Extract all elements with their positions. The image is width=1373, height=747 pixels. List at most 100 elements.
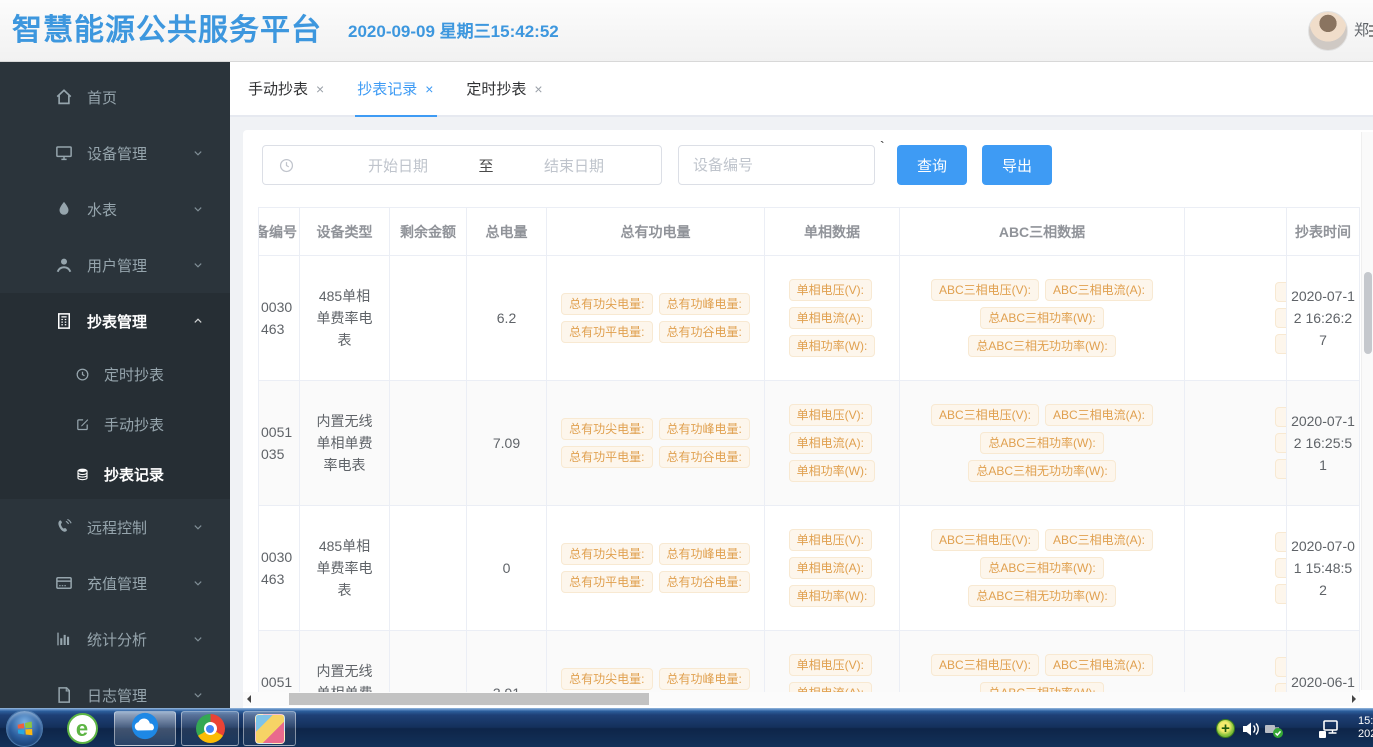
tag-stub [1275, 584, 1287, 604]
read-time-cell: 2020-06-11 17:10: [1287, 631, 1360, 693]
sidebar-item-scheduled-reading[interactable]: 定时抄表 [0, 349, 230, 399]
active-energy-cell: 总有功尖电量:总有功峰电量:总有功平电量:总有功谷电量: [547, 631, 765, 693]
tag-stub [1275, 532, 1287, 552]
start-date-placeholder: 开始日期 [338, 155, 458, 176]
sidebar-item-recharge-management[interactable]: 充值管理 [0, 555, 230, 611]
query-button[interactable]: 查询 [897, 145, 967, 185]
sidebar-item-label: 日志管理 [87, 685, 147, 706]
tab-label: 定时抄表 [466, 78, 526, 99]
water-drop-icon [55, 200, 73, 218]
sidebar-item-label: 远程控制 [87, 517, 147, 538]
total-energy-cell: 0 [467, 506, 547, 631]
taskbar: e + 15:42 2020-09-09 [0, 708, 1373, 747]
horizontal-scrollbar-thumb[interactable] [289, 693, 649, 705]
tab-scheduled-reading[interactable]: 定时抄表 × [466, 62, 542, 115]
end-date-placeholder: 结束日期 [514, 155, 634, 176]
sidebar-item-meter-reading-management[interactable]: 抄表管理 [0, 293, 230, 349]
chart-icon [55, 630, 73, 648]
sidebar-item-reading-records[interactable]: 抄表记录 [0, 449, 230, 499]
sidebar-item-label: 统计分析 [87, 629, 147, 650]
balance-cell [390, 506, 467, 631]
sidebar-item-remote-control[interactable]: 远程控制 [0, 499, 230, 555]
data-tag: 单相功率(W): [789, 335, 876, 357]
sidebar-item-device-management[interactable]: 设备管理 [0, 125, 230, 181]
scroll-right-arrow-icon[interactable] [1352, 695, 1356, 703]
data-tag: ABC三相电流(A): [1045, 529, 1153, 551]
close-icon[interactable]: × [425, 81, 433, 97]
chevron-down-icon [191, 576, 205, 590]
balance-cell [390, 631, 467, 693]
network-icon[interactable] [1318, 719, 1338, 739]
username-clipped-fragment [1369, 25, 1373, 38]
avatar[interactable] [1308, 11, 1348, 51]
device-number-input[interactable] [678, 145, 875, 185]
chevron-down-icon [191, 520, 205, 534]
vertical-scrollbar-thumb[interactable] [1364, 272, 1372, 354]
qq-browser-button[interactable] [114, 711, 176, 746]
data-tag: 总有功平电量: [561, 321, 652, 343]
device-id-cell: 0051033 [258, 631, 300, 693]
total-energy-cell: 7.09 [467, 381, 547, 506]
sidebar-item-home[interactable]: 首页 [0, 69, 230, 125]
data-tag: 单相电压(V): [789, 529, 872, 551]
tab-reading-records[interactable]: 抄表记录 × [357, 62, 433, 115]
table-body: 0030463485单相单费率电表6.2总有功尖电量:总有功峰电量:总有功平电量… [258, 256, 1360, 693]
date-range-picker[interactable]: 开始日期 至 结束日期 [262, 145, 662, 185]
username[interactable]: 郑 [1354, 0, 1369, 62]
monitor-icon [55, 144, 73, 162]
data-tag: 总有功尖电量: [561, 293, 652, 315]
device-id-cell: 0030463 [258, 256, 300, 381]
close-icon[interactable]: × [316, 81, 324, 97]
data-tag: 单相电流(A): [789, 307, 872, 329]
device-type-cell: 内置无线单相单费率电表 [300, 381, 390, 506]
hidden-column-cell [1185, 631, 1287, 693]
360-safety-tray-icon[interactable]: + [1216, 719, 1235, 738]
start-button[interactable] [6, 710, 43, 747]
date-range-separator: 至 [458, 155, 514, 176]
qq-browser-icon [130, 711, 160, 746]
data-tag: 总有功尖电量: [561, 418, 652, 440]
sidebar: 首页设备管理水表用户管理抄表管理定时抄表手动抄表抄表记录远程控制充值管理统计分析… [0, 62, 230, 708]
data-tag: 总ABC三相功率(W): [980, 432, 1103, 454]
read-time-cell: 2020-07-12 16:25:51 [1287, 381, 1360, 506]
volume-icon[interactable] [1242, 719, 1262, 739]
sidebar-item-user-management[interactable]: 用户管理 [0, 237, 230, 293]
three-phase-cell: ABC三相电压(V):ABC三相电流(A):总ABC三相功率(W):总ABC三相… [900, 381, 1185, 506]
content-area: 开始日期 至 结束日期 ` 查询 导出 设备编号设备类型剩余金额总电量总有功电量… [230, 117, 1373, 708]
sidebar-item-label: 首页 [87, 87, 117, 108]
photos-app-button[interactable] [243, 711, 296, 746]
column-header: 抄表时间 [1287, 208, 1360, 256]
scroll-left-arrow-icon[interactable] [247, 695, 251, 703]
chevron-up-icon [191, 314, 205, 328]
sidebar-item-water-meter[interactable]: 水表 [0, 181, 230, 237]
sidebar-item-statistics-analysis[interactable]: 统计分析 [0, 611, 230, 667]
table-header-row: 设备编号设备类型剩余金额总电量总有功电量单相数据ABC三相数据抄表时间 [258, 207, 1360, 256]
chevron-down-icon [191, 202, 205, 216]
ie-360-browser-button[interactable]: e [60, 712, 104, 745]
chevron-down-icon [191, 258, 205, 272]
chevron-down-icon [191, 632, 205, 646]
active-energy-cell: 总有功尖电量:总有功峰电量:总有功平电量:总有功谷电量: [547, 256, 765, 381]
data-tag: 总有功谷电量: [659, 571, 750, 593]
data-tag: ABC三相电压(V): [931, 529, 1039, 551]
export-button[interactable]: 导出 [982, 145, 1052, 185]
taskbar-clock[interactable]: 15:42 2020-09-09 [1358, 715, 1373, 741]
tab-manual-reading[interactable]: 手动抄表 × [248, 62, 324, 115]
chrome-button[interactable] [181, 711, 239, 746]
data-tag: ABC三相电流(A): [1045, 404, 1153, 426]
data-tag: 单相电流(A): [789, 432, 872, 454]
home-icon [55, 88, 73, 106]
close-icon[interactable]: × [534, 81, 542, 97]
active-energy-cell: 总有功尖电量:总有功峰电量:总有功平电量:总有功谷电量: [547, 506, 765, 631]
horizontal-scrollbar[interactable] [243, 692, 1360, 706]
clock-time: 15:42 [1358, 715, 1373, 728]
content-card: 开始日期 至 结束日期 ` 查询 导出 设备编号设备类型剩余金额总电量总有功电量… [243, 130, 1373, 708]
sidebar-item-label: 手动抄表 [104, 414, 164, 435]
column-header: 总有功电量 [547, 208, 765, 256]
usb-device-icon[interactable] [1264, 719, 1284, 739]
sidebar-item-manual-reading[interactable]: 手动抄表 [0, 399, 230, 449]
data-tag: 单相功率(W): [789, 460, 876, 482]
vertical-scrollbar[interactable] [1361, 132, 1373, 690]
data-tag: 总有功平电量: [561, 446, 652, 468]
data-tag: 总有功谷电量: [659, 321, 750, 343]
